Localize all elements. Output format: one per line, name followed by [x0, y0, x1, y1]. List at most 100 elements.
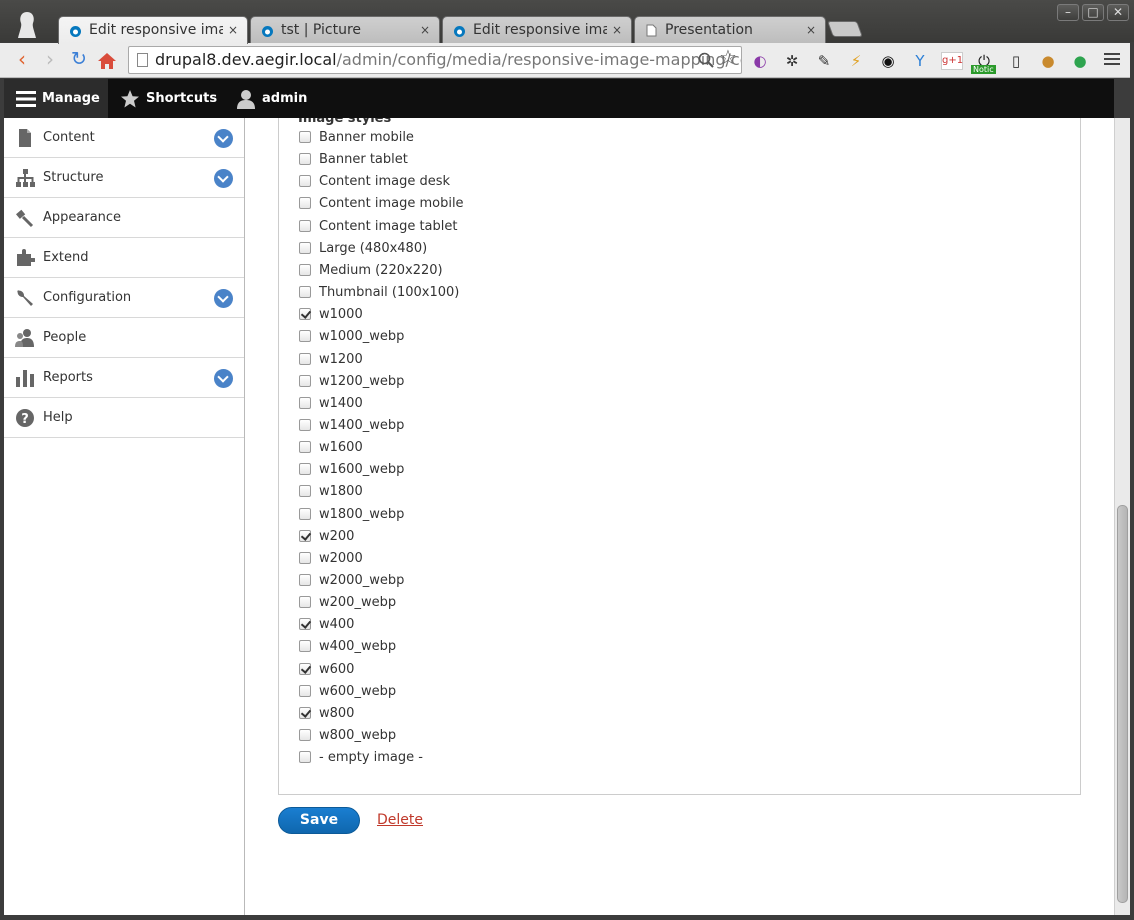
sidebar-item-configuration[interactable]: Configuration	[4, 278, 244, 318]
expand-chevron-icon[interactable]	[214, 169, 233, 188]
tab-edit-responsive-image-2[interactable]: Edit responsive image ×	[442, 16, 632, 43]
image-style-option[interactable]: w1200	[299, 350, 363, 370]
checkbox[interactable]	[299, 485, 311, 498]
sidebar-item-structure[interactable]: Structure	[4, 158, 244, 198]
checkbox[interactable]	[299, 441, 311, 454]
checkbox[interactable]	[299, 507, 311, 520]
checkbox[interactable]	[299, 263, 311, 276]
image-style-option[interactable]: w1400_webp	[299, 416, 404, 436]
checkbox[interactable]	[299, 418, 311, 431]
extension-eye-icon[interactable]: ◉	[877, 50, 899, 72]
extension-wappalyzer-icon[interactable]: Y	[909, 50, 931, 72]
sidebar-item-reports[interactable]: Reports	[4, 358, 244, 398]
sidebar-item-extend[interactable]: Extend	[4, 238, 244, 278]
delete-link[interactable]: Delete	[377, 812, 423, 828]
image-style-option[interactable]: w2000_webp	[299, 571, 404, 591]
checkbox[interactable]	[299, 551, 311, 564]
image-style-option[interactable]: Content image tablet	[299, 217, 457, 237]
expand-chevron-icon[interactable]	[214, 129, 233, 148]
reload-icon[interactable]: ↻	[67, 48, 91, 72]
image-style-option[interactable]: w800_webp	[299, 726, 396, 746]
image-style-option[interactable]: w1000	[299, 305, 363, 325]
extension-balloon-icon[interactable]: ●	[1069, 50, 1091, 72]
checkbox[interactable]	[299, 241, 311, 254]
checkbox[interactable]	[299, 751, 311, 764]
image-style-option[interactable]: w200	[299, 527, 354, 547]
back-icon[interactable]: ‹	[10, 48, 34, 72]
image-style-option[interactable]: w200_webp	[299, 593, 396, 613]
bookmark-star-icon[interactable]: ☆	[719, 45, 737, 69]
home-icon[interactable]	[96, 51, 118, 71]
extension-gplus-icon[interactable]: g+1	[941, 52, 963, 70]
sidebar-item-people[interactable]: People	[4, 318, 244, 358]
checkbox[interactable]	[299, 684, 311, 697]
image-style-option[interactable]: - empty image -	[299, 748, 423, 768]
checkbox-checked[interactable]	[299, 662, 311, 675]
checkbox-checked[interactable]	[299, 529, 311, 542]
maximize-button[interactable]: □	[1082, 4, 1104, 21]
image-style-option[interactable]: w400_webp	[299, 637, 396, 657]
image-style-option[interactable]: Large (480x480)	[299, 239, 427, 259]
toolbar-manage-tab[interactable]: Manage	[4, 79, 108, 118]
image-style-option[interactable]: w600	[299, 660, 354, 680]
forward-icon[interactable]: ›	[38, 48, 62, 72]
extension-bolt-icon[interactable]: ⚡	[845, 50, 867, 72]
checkbox[interactable]	[299, 286, 311, 299]
zoom-icon[interactable]	[698, 52, 714, 68]
expand-chevron-icon[interactable]	[214, 289, 233, 308]
sidebar-item-help[interactable]: ? Help	[4, 398, 244, 438]
save-button[interactable]: Save	[278, 807, 360, 834]
tab-edit-responsive-image-1[interactable]: Edit responsive image ×	[58, 16, 248, 44]
image-style-option[interactable]: w400	[299, 615, 354, 635]
new-tab-button[interactable]	[827, 21, 863, 37]
address-bar[interactable]: drupal8.dev.aegir.local/admin/config/med…	[128, 46, 742, 74]
tab-close-icon[interactable]: ×	[806, 17, 816, 43]
checkbox[interactable]	[299, 219, 311, 232]
image-style-option[interactable]: w600_webp	[299, 682, 396, 702]
image-style-option[interactable]: w1600	[299, 438, 363, 458]
extension-puzzle-icon[interactable]: ✲	[781, 50, 803, 72]
sidebar-item-appearance[interactable]: Appearance	[4, 198, 244, 238]
tab-tst-picture[interactable]: tst | Picture ×	[250, 16, 440, 43]
checkbox[interactable]	[299, 330, 311, 343]
image-style-option[interactable]: Banner tablet	[299, 150, 408, 170]
tab-presentation[interactable]: Presentation ×	[634, 16, 826, 43]
expand-chevron-icon[interactable]	[214, 369, 233, 388]
tab-close-icon[interactable]: ×	[228, 17, 238, 43]
image-style-option[interactable]: w1800_webp	[299, 505, 404, 525]
checkbox[interactable]	[299, 352, 311, 365]
checkbox[interactable]	[299, 153, 311, 166]
checkbox[interactable]	[299, 463, 311, 476]
tab-close-icon[interactable]: ×	[612, 17, 622, 43]
checkbox-checked[interactable]	[299, 618, 311, 631]
image-style-option[interactable]: Banner mobile	[299, 128, 414, 148]
image-style-option[interactable]: w1400	[299, 394, 363, 414]
scrollbar-thumb[interactable]	[1117, 505, 1128, 903]
browser-menu-icon[interactable]	[1104, 53, 1120, 67]
sidebar-item-content[interactable]: Content	[4, 118, 244, 158]
checkbox[interactable]	[299, 197, 311, 210]
image-style-option[interactable]: w800	[299, 704, 354, 724]
close-window-button[interactable]: ✕	[1107, 4, 1129, 21]
image-style-option[interactable]: Content image desk	[299, 172, 450, 192]
image-style-option[interactable]: Thumbnail (100x100)	[299, 283, 459, 303]
checkbox[interactable]	[299, 374, 311, 387]
image-style-option[interactable]: Medium (220x220)	[299, 261, 443, 281]
image-style-option[interactable]: w1800	[299, 482, 363, 502]
extension-mobile-icon[interactable]: ▯	[1005, 50, 1027, 72]
checkbox[interactable]	[299, 596, 311, 609]
checkbox[interactable]	[299, 396, 311, 409]
extension-eyedropper-icon[interactable]: ✎	[813, 50, 835, 72]
extension-cookie-icon[interactable]: ●	[1037, 50, 1059, 72]
image-style-option[interactable]: w1600_webp	[299, 460, 404, 480]
extension-speed-icon[interactable]: ◐	[749, 50, 771, 72]
minimize-button[interactable]: –	[1057, 4, 1079, 21]
checkbox[interactable]	[299, 175, 311, 188]
image-style-option[interactable]: w2000	[299, 549, 363, 569]
checkbox[interactable]	[299, 640, 311, 653]
checkbox[interactable]	[299, 131, 311, 143]
toolbar-shortcuts-tab[interactable]: Shortcuts	[108, 79, 217, 118]
page-scrollbar[interactable]	[1114, 118, 1130, 915]
image-style-option[interactable]: w1000_webp	[299, 327, 404, 347]
checkbox-checked[interactable]	[299, 706, 311, 719]
